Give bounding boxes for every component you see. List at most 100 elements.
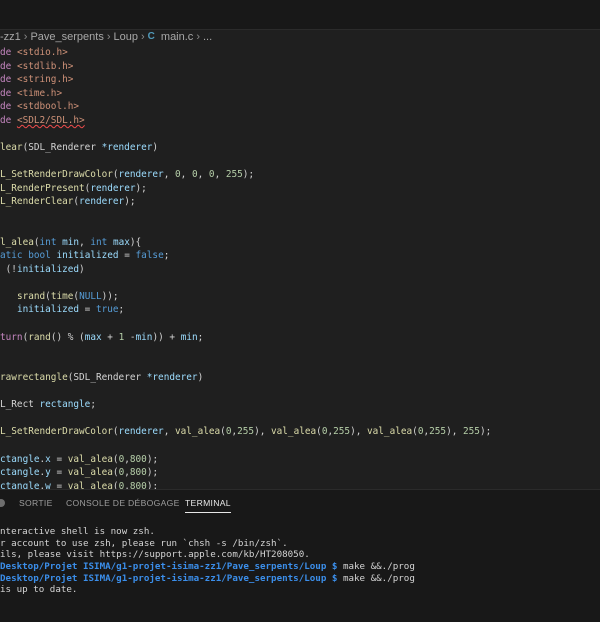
- code-line: de <stdlib.h>: [0, 60, 73, 74]
- code-token: ),: [446, 426, 463, 438]
- terminal-prompt: Desktop/Projet ISIMA/g1-projet-isima-zz1…: [0, 572, 338, 584]
- code-line: L_SetRenderDrawColor(renderer, val_alea(…: [0, 425, 491, 439]
- code-token: atic bool: [0, 250, 51, 262]
- code-token: (: [0, 263, 12, 275]
- code-token: L_RenderClear: [0, 196, 74, 208]
- code-token: );: [479, 426, 492, 438]
- code-token: );: [146, 453, 159, 465]
- code-token: val_alea: [271, 426, 317, 438]
- code-token: ;: [90, 399, 96, 411]
- terminal-prompt: Desktop/Projet ISIMA/g1-projet-isima-zz1…: [0, 561, 338, 573]
- code-token: max: [84, 331, 102, 343]
- terminal-text: ils, please visit https://support.apple.…: [0, 549, 310, 561]
- code-token: ctangle: [0, 467, 40, 479]
- code-line: turn(rand() % (max + 1 -min)) + min;: [0, 331, 203, 345]
- code-token: rectangle: [39, 399, 91, 411]
- code-token: 255: [333, 426, 351, 438]
- breadcrumb: -zz1 › Pave_serpents › Loup › Cmain.c ›...: [0, 29, 600, 45]
- code-token: *renderer: [146, 372, 198, 384]
- code-token: 800: [129, 480, 147, 489]
- code-token: );: [146, 480, 159, 489]
- terminal-line: Desktop/Projet ISIMA/g1-projet-isima-zz1…: [0, 573, 600, 585]
- code-token: () % (: [50, 331, 85, 343]
- terminal-text: make &&./prog: [337, 561, 415, 573]
- code-token: );: [242, 168, 255, 180]
- bottom-panel: SORTIE CONSOLE DE DÉBOGAGE TERMINAL nter…: [0, 489, 600, 622]
- code-token: )) +: [152, 331, 181, 343]
- code-token: ;: [118, 304, 125, 316]
- editor-scrollbar[interactable]: [590, 45, 600, 489]
- chevron-right-icon: ›: [106, 31, 111, 43]
- code-token: <stdbool.h>: [16, 101, 80, 113]
- code-line: ctangle.w = val_alea(0,800);: [0, 480, 158, 489]
- terminal-text: make &&./prog: [337, 572, 415, 584]
- code-token: SDL_Renderer: [73, 372, 147, 384]
- panel-dot-icon: [0, 499, 5, 507]
- terminal-line: r account to use zsh, please run `chsh -…: [0, 538, 600, 550]
- code-token: ));: [101, 290, 119, 302]
- code-token: );: [124, 196, 136, 208]
- terminal-output[interactable]: nteractive shell is now zsh. r account to…: [0, 526, 600, 596]
- tab-console-debogage[interactable]: CONSOLE DE DÉBOGAGE: [66, 490, 180, 516]
- breadcrumb-symbol[interactable]: ...: [203, 29, 212, 45]
- code-token: NULL: [79, 290, 102, 302]
- code-token: true: [95, 304, 119, 316]
- code-token: val_alea: [67, 453, 113, 465]
- code-token: de: [0, 60, 17, 72]
- terminal-line: Desktop/Projet ISIMA/g1-projet-isima-zz1…: [0, 561, 600, 573]
- tab-terminal[interactable]: TERMINAL: [185, 490, 231, 516]
- terminal-text: r account to use zsh, please run `chsh -…: [0, 537, 288, 549]
- code-token: <stdio.h>: [16, 47, 68, 58]
- code-line: rawrectangle(SDL_Renderer *renderer): [0, 371, 203, 385]
- code-token: ,: [197, 168, 209, 180]
- code-token: de: [0, 87, 17, 99]
- code-token: ,: [163, 168, 175, 180]
- code-token: de: [0, 74, 17, 86]
- breadcrumb-folder-loup[interactable]: Loup: [114, 29, 138, 45]
- code-line: (!initialized): [0, 263, 85, 277]
- code-editor[interactable]: de <stdio.h> de <stdlib.h> de <string.h> de…: [0, 45, 600, 489]
- code-token: );: [135, 182, 147, 194]
- code-line: L_RenderClear(renderer);: [0, 195, 135, 209]
- code-line: atic bool initialized = false;: [0, 249, 169, 263]
- terminal-text: nteractive shell is now zsh.: [0, 526, 155, 537]
- code-token: -: [124, 331, 136, 343]
- code-line: L_Rect rectangle;: [0, 398, 96, 412]
- code-token: de: [0, 101, 17, 113]
- code-token: ,: [180, 168, 192, 180]
- code-token: ;: [197, 331, 204, 343]
- code-token: <SDL2/SDL.h>: [16, 114, 85, 126]
- code-token: );: [146, 467, 159, 479]
- code-line: de <time.h>: [0, 87, 62, 101]
- code-token: renderer: [118, 168, 164, 180]
- code-token: <time.h>: [16, 87, 63, 99]
- code-token: val_alea: [67, 480, 113, 489]
- code-token: max: [112, 236, 130, 248]
- chevron-right-icon: ›: [196, 31, 200, 43]
- code-token: =: [79, 304, 96, 316]
- code-token: ): [197, 372, 204, 384]
- code-line: initialized = true;: [0, 303, 124, 317]
- code-token: L_SetRenderDrawColor: [0, 168, 113, 180]
- tab-sortie[interactable]: SORTIE: [19, 490, 53, 516]
- code-token: ): [152, 141, 159, 153]
- code-token: 255: [463, 426, 480, 438]
- code-token: val_alea: [367, 426, 413, 438]
- code-token: lear: [0, 141, 23, 153]
- code-token: ctangle: [0, 453, 40, 465]
- breadcrumb-folder-root[interactable]: -zz1: [0, 29, 21, 45]
- code-token: rand: [28, 331, 51, 343]
- code-token: =: [50, 467, 68, 479]
- terminal-line: is up to date.: [0, 584, 600, 596]
- code-token: renderer: [118, 426, 164, 438]
- code-line: de <stdbool.h>: [0, 100, 79, 114]
- code-token: de: [0, 47, 17, 58]
- code-token: <stdlib.h>: [16, 60, 74, 72]
- code-line: de <SDL2/SDL.h>: [0, 114, 85, 128]
- breadcrumb-folder-pave-serpents[interactable]: Pave_serpents: [30, 29, 103, 45]
- breadcrumb-file-main[interactable]: main.c: [161, 29, 193, 45]
- code-token: ,: [79, 236, 91, 248]
- code-token: renderer: [90, 182, 136, 194]
- code-token: ): [79, 263, 85, 275]
